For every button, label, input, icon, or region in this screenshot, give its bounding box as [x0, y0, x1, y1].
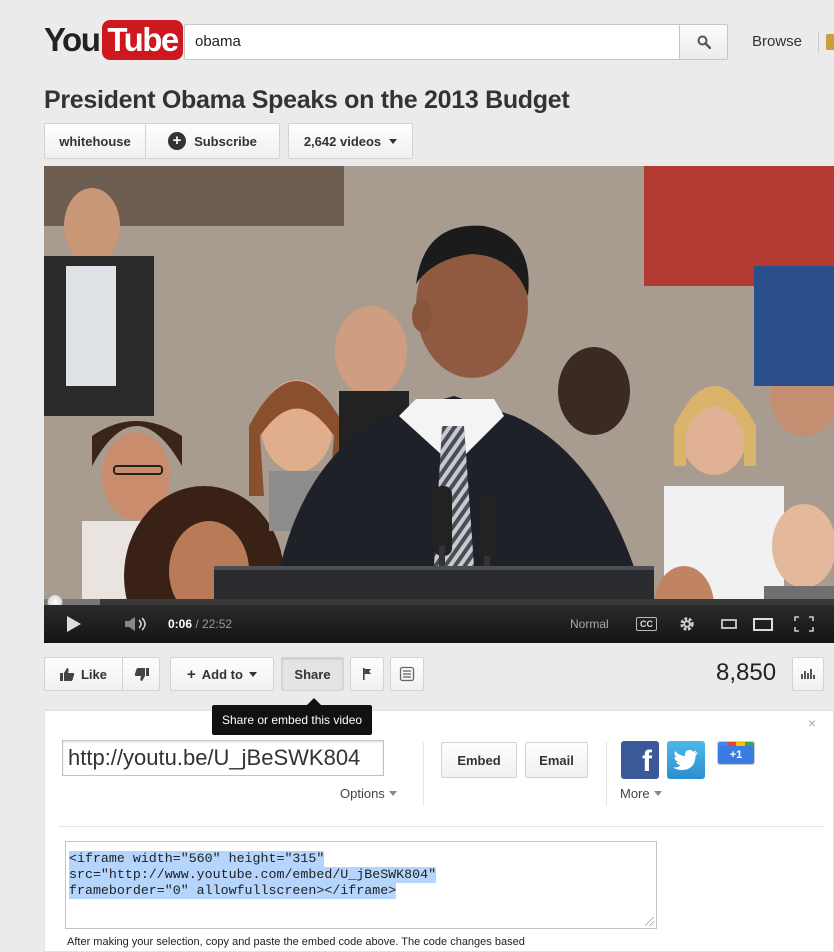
embed-instructions: After making your selection, copy and pa… [67, 936, 525, 948]
panel-divider [606, 742, 607, 806]
upload-button-edge[interactable] [826, 34, 834, 50]
embed-label: Embed [457, 752, 501, 768]
options-label: Options [340, 786, 385, 801]
email-button[interactable]: Email [525, 742, 588, 778]
transcript-icon [399, 666, 415, 682]
share-button[interactable]: Share [281, 657, 344, 691]
facebook-icon[interactable]: f [621, 741, 659, 779]
fullscreen-button[interactable] [794, 605, 814, 643]
logo-tube-text: Tube [102, 20, 183, 60]
share-options-toggle[interactable]: Options [340, 786, 397, 801]
embed-code-textarea[interactable]: <iframe width="560" height="315" src="ht… [65, 841, 657, 929]
share-label: Share [294, 666, 331, 682]
play-button[interactable] [66, 605, 82, 643]
more-label: More [620, 786, 650, 801]
thumbs-down-icon [134, 667, 149, 681]
volume-icon [125, 617, 146, 631]
plus-icon: + [187, 665, 196, 683]
flag-button[interactable] [350, 657, 384, 691]
gear-icon [680, 617, 694, 631]
captions-button[interactable]: CC [636, 605, 657, 643]
google-plus-one-icon[interactable]: +1 [717, 741, 755, 765]
panel-divider [423, 742, 424, 806]
share-url-field[interactable]: http://youtu.be/U_jBeSWK804 [62, 740, 384, 776]
tooltip-arrow [307, 698, 321, 705]
like-label: Like [80, 666, 107, 682]
stats-icon [801, 669, 815, 679]
embed-button[interactable]: Embed [441, 742, 517, 778]
search-input[interactable]: obama [184, 24, 680, 60]
video-title: President Obama Speaks on the 2013 Budge… [44, 86, 570, 114]
channel-name-button[interactable]: whitehouse [44, 123, 146, 159]
large-player-button[interactable] [753, 605, 773, 643]
embed-code-line: <iframe width="560" height="315" [69, 851, 325, 867]
player-controls: 0:06 / 22:52 Normal CC [44, 605, 834, 643]
chevron-down-icon [653, 791, 662, 796]
small-player-button[interactable] [721, 605, 737, 643]
stats-button[interactable] [792, 657, 824, 691]
view-count: 8,850 [716, 659, 777, 686]
embed-code-line: frameborder="0" allowfullscreen></iframe… [69, 883, 397, 899]
header-divider [818, 31, 819, 53]
video-frame[interactable] [44, 166, 834, 599]
thumbs-up-icon [59, 667, 75, 681]
dislike-button[interactable] [122, 657, 160, 691]
twitter-icon[interactable] [667, 741, 705, 779]
video-still-image [44, 166, 834, 599]
panel-divider [58, 826, 824, 827]
volume-button[interactable] [124, 605, 150, 643]
flag-icon [363, 668, 371, 680]
logo-you-text: You [44, 21, 101, 58]
cc-icon: CC [636, 617, 657, 631]
resize-grip-icon[interactable] [645, 917, 654, 926]
search-icon [697, 35, 711, 49]
channel-name: whitehouse [59, 133, 131, 149]
share-tooltip: Share or embed this video [212, 705, 373, 735]
browse-link[interactable]: Browse [752, 33, 802, 50]
email-label: Email [539, 752, 574, 768]
videos-count-label: 2,642 videos [303, 133, 382, 149]
close-icon[interactable]: × [808, 715, 816, 731]
total-time: / 22:52 [195, 617, 233, 631]
settings-button[interactable] [678, 605, 696, 643]
fullscreen-icon [794, 616, 814, 632]
like-button[interactable]: Like [44, 657, 123, 691]
channel-videos-dropdown[interactable]: 2,642 videos [288, 123, 413, 159]
small-player-icon [721, 619, 737, 629]
video-player[interactable]: 0:06 / 22:52 Normal CC [44, 166, 834, 643]
more-share-options[interactable]: More [620, 786, 662, 801]
transcript-button[interactable] [390, 657, 424, 691]
plusone-label: +1 [718, 746, 754, 764]
twitter-bird-glyph [673, 750, 698, 770]
subscribe-button[interactable]: + Subscribe [145, 123, 280, 159]
current-time: 0:06 [168, 617, 193, 631]
youtube-logo[interactable]: You Tube [44, 20, 183, 64]
chevron-down-icon [389, 138, 398, 144]
time-display: 0:06 / 22:52 [168, 605, 232, 643]
play-icon [67, 616, 81, 632]
plus-circle-icon: + [168, 132, 187, 150]
chevron-down-icon [248, 671, 257, 677]
add-to-label: Add to [201, 666, 243, 682]
chevron-down-icon [388, 791, 397, 796]
search-button[interactable] [680, 24, 728, 60]
add-to-button[interactable]: + Add to [170, 657, 274, 691]
subscribe-label: Subscribe [194, 133, 257, 149]
embed-code-line: src="http://www.youtube.com/embed/U_jBeS… [69, 867, 437, 883]
large-player-icon [753, 617, 773, 631]
quality-label[interactable]: Normal [570, 605, 609, 643]
